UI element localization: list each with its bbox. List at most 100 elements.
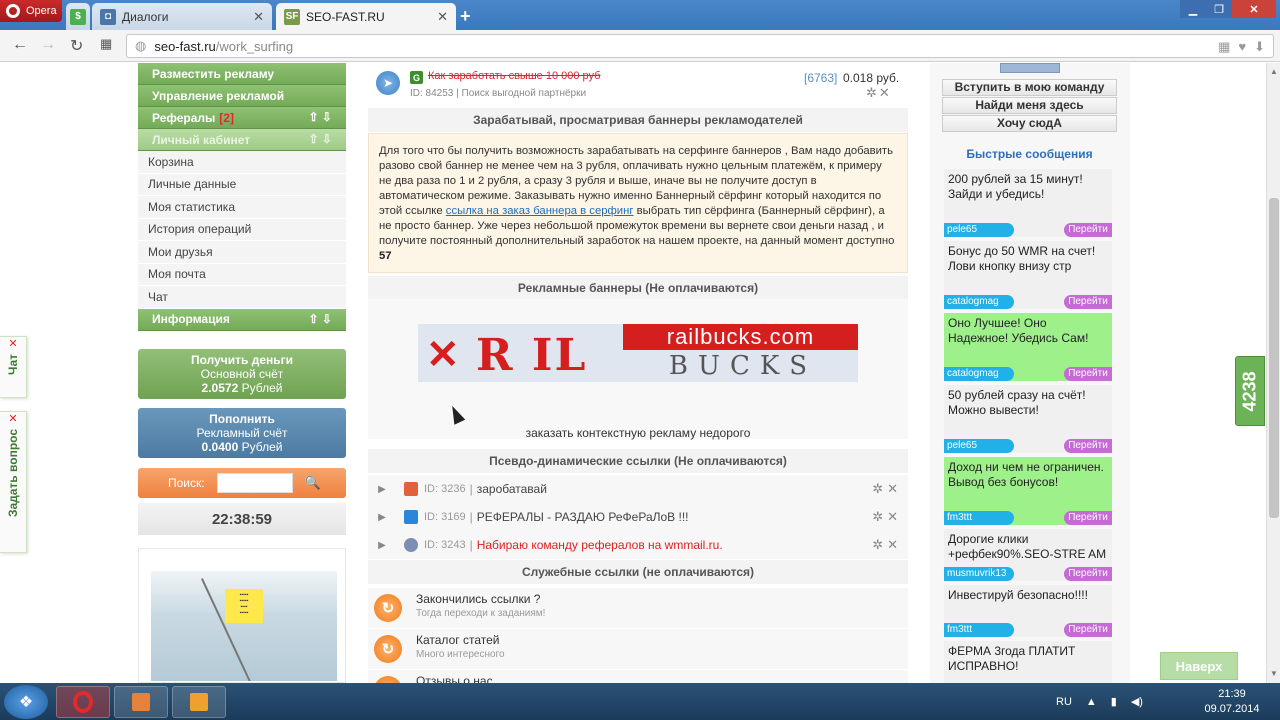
- reload-icon[interactable]: ↻: [70, 36, 83, 56]
- menu-referrals[interactable]: Рефералы [2] ⇧ ⇩: [138, 107, 346, 129]
- online-counter-tab[interactable]: 4238: [1235, 356, 1265, 426]
- quick-message-user[interactable]: catalogmag: [944, 367, 1014, 381]
- close-icon[interactable]: ✕: [437, 9, 448, 25]
- system-clock[interactable]: 21:39 09.07.2014: [1200, 687, 1264, 717]
- menu-personal-cabinet[interactable]: Личный кабинет ⇧ ⇩: [138, 129, 346, 151]
- cursor-click-icon[interactable]: ➤: [376, 71, 400, 95]
- scroll-thumb[interactable]: [1269, 198, 1279, 518]
- expand-arrows-icon[interactable]: ⇧ ⇩: [309, 110, 332, 124]
- speed-dial-grid-icon[interactable]: ▦: [100, 36, 112, 52]
- tab-dialogs[interactable]: ◘ Диалоги ✕: [92, 3, 272, 30]
- gear-close-icons[interactable]: ✲✕: [872, 537, 902, 553]
- gear-close-icons[interactable]: ✲✕: [872, 509, 902, 525]
- railbucks-banner[interactable]: ✕ R IL railbucks.com BUCKS: [418, 324, 858, 382]
- close-icon[interactable]: ✕: [0, 337, 26, 350]
- tab-seo-fast[interactable]: SF SEO-FAST.RU ✕: [276, 3, 456, 30]
- ask-question-side-tab[interactable]: ✕ Задать вопрос: [0, 411, 27, 553]
- quick-message-text: ФЕРМА 3года ПЛАТИТ ИСПРАВНО!: [948, 644, 1076, 673]
- windows-start-icon[interactable]: ❖: [4, 685, 48, 719]
- taskbar-opera[interactable]: [56, 686, 110, 718]
- service-link-row[interactable]: ↻ Отзывы о нас: [368, 670, 908, 683]
- order-banner-link[interactable]: ссылка на заказ баннера в серфинг: [446, 205, 634, 217]
- pseudo-link-row[interactable]: ▶ ID: 3169 | РЕФЕРАЛЫ - РАЗДАЮ РеФеРаЛоВ…: [368, 503, 908, 531]
- service-link-row[interactable]: ↻ Каталог статей Много интересного: [368, 629, 908, 669]
- network-icon[interactable]: ▮: [1111, 695, 1117, 708]
- go-button[interactable]: Перейти: [1064, 223, 1112, 237]
- tab-speed-dial[interactable]: $: [66, 3, 90, 30]
- url-field[interactable]: ◍ seo-fast.ru/work_surfing ▦ ♥ ⬇: [126, 34, 1274, 58]
- find-me-button[interactable]: Найди меня здесь: [942, 97, 1117, 114]
- language-indicator[interactable]: RU: [1056, 696, 1072, 708]
- sidebar-link-history[interactable]: История операций: [138, 218, 346, 241]
- go-button[interactable]: Перейти: [1064, 623, 1112, 637]
- forward-arrow-icon[interactable]: →: [40, 36, 56, 54]
- context-ad-link[interactable]: заказать контекстную рекламу недорого: [368, 426, 908, 440]
- sidebar-link-personal-data[interactable]: Личные данные: [138, 173, 346, 196]
- link-text[interactable]: РЕФЕРАЛЫ - РАЗДАЮ РеФеРаЛоВ !!!: [477, 510, 689, 524]
- expand-arrows-icon[interactable]: ⇧ ⇩: [309, 312, 332, 326]
- sidebar-link-friends[interactable]: Мои друзья: [138, 241, 346, 264]
- search-icon[interactable]: 🔍: [305, 475, 321, 491]
- quick-message-user[interactable]: fm3ttt: [944, 623, 1014, 637]
- sidebar-ad-image[interactable]: ▪▪▪▪▪ ▪▪▪▪▪ ▪▪▪▪ ▪▪▪▪▪: [138, 548, 346, 683]
- chat-side-tab[interactable]: ✕ Чат: [0, 336, 27, 398]
- service-link-title[interactable]: Отзывы о нас: [416, 674, 493, 683]
- play-icon[interactable]: ▶: [370, 512, 394, 523]
- gear-close-icons[interactable]: ✲✕: [866, 85, 892, 101]
- extensions-icon[interactable]: ▦: [1218, 39, 1230, 55]
- quick-message-user[interactable]: fm3ttt: [944, 511, 1014, 525]
- go-button[interactable]: Перейти: [1064, 367, 1112, 381]
- sidebar-link-cart[interactable]: Корзина: [138, 151, 346, 174]
- sidebar-link-mail[interactable]: Моя почта: [138, 263, 346, 286]
- service-link-title[interactable]: Закончились ссылки ?: [416, 592, 540, 606]
- go-button[interactable]: Перейти: [1064, 567, 1112, 581]
- go-button[interactable]: Перейти: [1064, 439, 1112, 453]
- maximize-button[interactable]: ❐: [1206, 0, 1232, 18]
- back-to-top-button[interactable]: Наверх: [1160, 652, 1238, 680]
- tray-up-icon[interactable]: ▲: [1086, 696, 1097, 708]
- menu-manage-ads[interactable]: Управление рекламой: [138, 85, 346, 107]
- want-here-button[interactable]: Хочу сюдА: [942, 115, 1117, 132]
- expand-arrows-icon[interactable]: ⇧ ⇩: [309, 132, 332, 146]
- menu-information[interactable]: Информация ⇧ ⇩: [138, 308, 346, 331]
- taskbar-app-2[interactable]: [114, 686, 168, 718]
- quick-message-user[interactable]: pele65: [944, 223, 1014, 237]
- pseudo-link-row[interactable]: ▶ ID: 3236 | заробатавай ✲✕: [368, 475, 908, 503]
- new-tab-button[interactable]: +: [460, 6, 471, 27]
- volume-icon[interactable]: ◀): [1131, 695, 1143, 708]
- quick-message-user[interactable]: musmuvrik13: [944, 567, 1014, 581]
- withdraw-money-box[interactable]: Получить деньги Основной счёт 2.0572 Руб…: [138, 349, 346, 399]
- quick-message-user[interactable]: pele65: [944, 439, 1014, 453]
- surf-link-title[interactable]: Как заработать свыше 10 000 руб: [428, 70, 600, 82]
- search-input[interactable]: [216, 473, 293, 493]
- link-text[interactable]: заробатавай: [477, 482, 547, 496]
- scroll-down-icon[interactable]: ▼: [1270, 669, 1278, 678]
- pseudo-link-row[interactable]: ▶ ID: 3243 | Набираю команду рефералов н…: [368, 531, 908, 559]
- taskbar-app-3[interactable]: [172, 686, 226, 718]
- minimize-button[interactable]: ▁: [1180, 0, 1206, 18]
- play-icon[interactable]: ▶: [370, 540, 394, 551]
- close-icon[interactable]: ✕: [0, 412, 26, 425]
- sidebar-link-statistics[interactable]: Моя статистика: [138, 196, 346, 219]
- top-up-box[interactable]: Пополнить Рекламный счёт 0.0400 Рублей: [138, 408, 346, 458]
- sidebar-link-chat[interactable]: Чат: [138, 286, 346, 309]
- opera-menu-button[interactable]: Opera: [0, 0, 62, 22]
- go-button[interactable]: Перейти: [1064, 511, 1112, 525]
- go-button[interactable]: Перейти: [1064, 295, 1112, 309]
- heart-icon[interactable]: ♥: [1238, 39, 1246, 55]
- service-link-title[interactable]: Каталог статей: [416, 633, 499, 647]
- gear-close-icons[interactable]: ✲✕: [872, 481, 902, 497]
- window-close-button[interactable]: ✕: [1232, 0, 1276, 18]
- quick-message-user[interactable]: catalogmag: [944, 295, 1014, 309]
- service-link-row[interactable]: ↻ Закончились ссылки ? Тогда переходи к …: [368, 588, 908, 628]
- scroll-up-icon[interactable]: ▲: [1270, 67, 1278, 76]
- download-icon[interactable]: ⬇: [1254, 39, 1265, 55]
- tab-title: SEO-FAST.RU: [306, 9, 385, 24]
- play-icon[interactable]: ▶: [370, 484, 394, 495]
- back-arrow-icon[interactable]: ←: [12, 36, 28, 54]
- join-team-button[interactable]: Вступить в мою команду: [942, 79, 1117, 96]
- close-icon[interactable]: ✕: [253, 9, 264, 25]
- link-text[interactable]: Набираю команду рефералов на wmmail.ru.: [477, 538, 723, 552]
- menu-place-ad[interactable]: Разместить рекламу: [138, 63, 346, 85]
- page-scrollbar[interactable]: ▲ ▼: [1266, 63, 1280, 683]
